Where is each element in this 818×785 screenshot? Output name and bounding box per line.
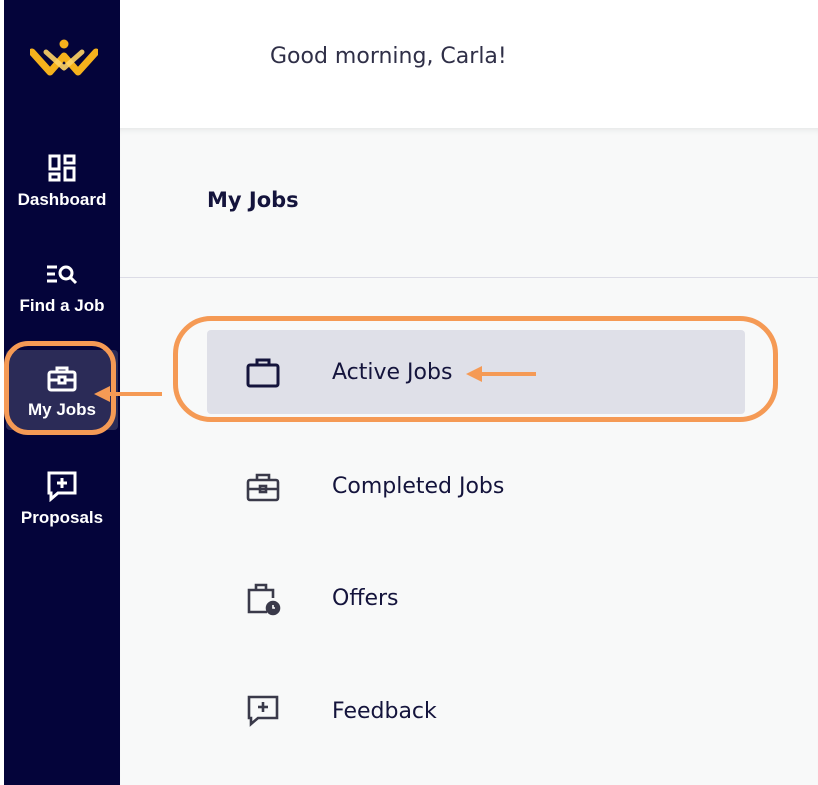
proposal-icon	[44, 468, 80, 504]
menu-item-label: Offers	[332, 585, 399, 611]
annotation-highlight-sidebar	[4, 341, 116, 435]
menu-item-feedback[interactable]: Feedback	[207, 669, 745, 753]
dashboard-icon	[44, 150, 80, 186]
sidebar-item-label: Proposals	[20, 508, 104, 527]
top-header: Good morning, Carla!	[120, 0, 818, 128]
sidebar-item-find-a-job[interactable]: Find a Job	[4, 240, 120, 332]
sidebar-item-proposals[interactable]: Proposals	[4, 452, 120, 544]
greeting-text: Good morning, Carla!	[270, 44, 507, 69]
feedback-icon	[247, 695, 279, 727]
menu-item-completed-jobs[interactable]: Completed Jobs	[207, 444, 745, 528]
briefcase-check-icon	[246, 473, 280, 502]
brand-logo[interactable]	[30, 38, 98, 78]
sidebar-item-dashboard[interactable]: Dashboard	[4, 134, 120, 226]
sidebar-item-label: Find a Job	[19, 296, 105, 315]
job-search-icon	[44, 256, 80, 292]
divider	[120, 277, 818, 278]
main-content: My Jobs Active Jobs Completed Jobs Offer…	[120, 128, 818, 785]
clipboard-clock-icon	[247, 583, 281, 616]
menu-item-label: Feedback	[332, 698, 437, 724]
page-title: My Jobs	[207, 188, 299, 212]
menu-item-label: Completed Jobs	[332, 473, 505, 499]
sidebar-item-label: Dashboard	[17, 190, 107, 209]
annotation-highlight-active-jobs	[173, 316, 778, 422]
menu-item-offers[interactable]: Offers	[207, 556, 745, 640]
